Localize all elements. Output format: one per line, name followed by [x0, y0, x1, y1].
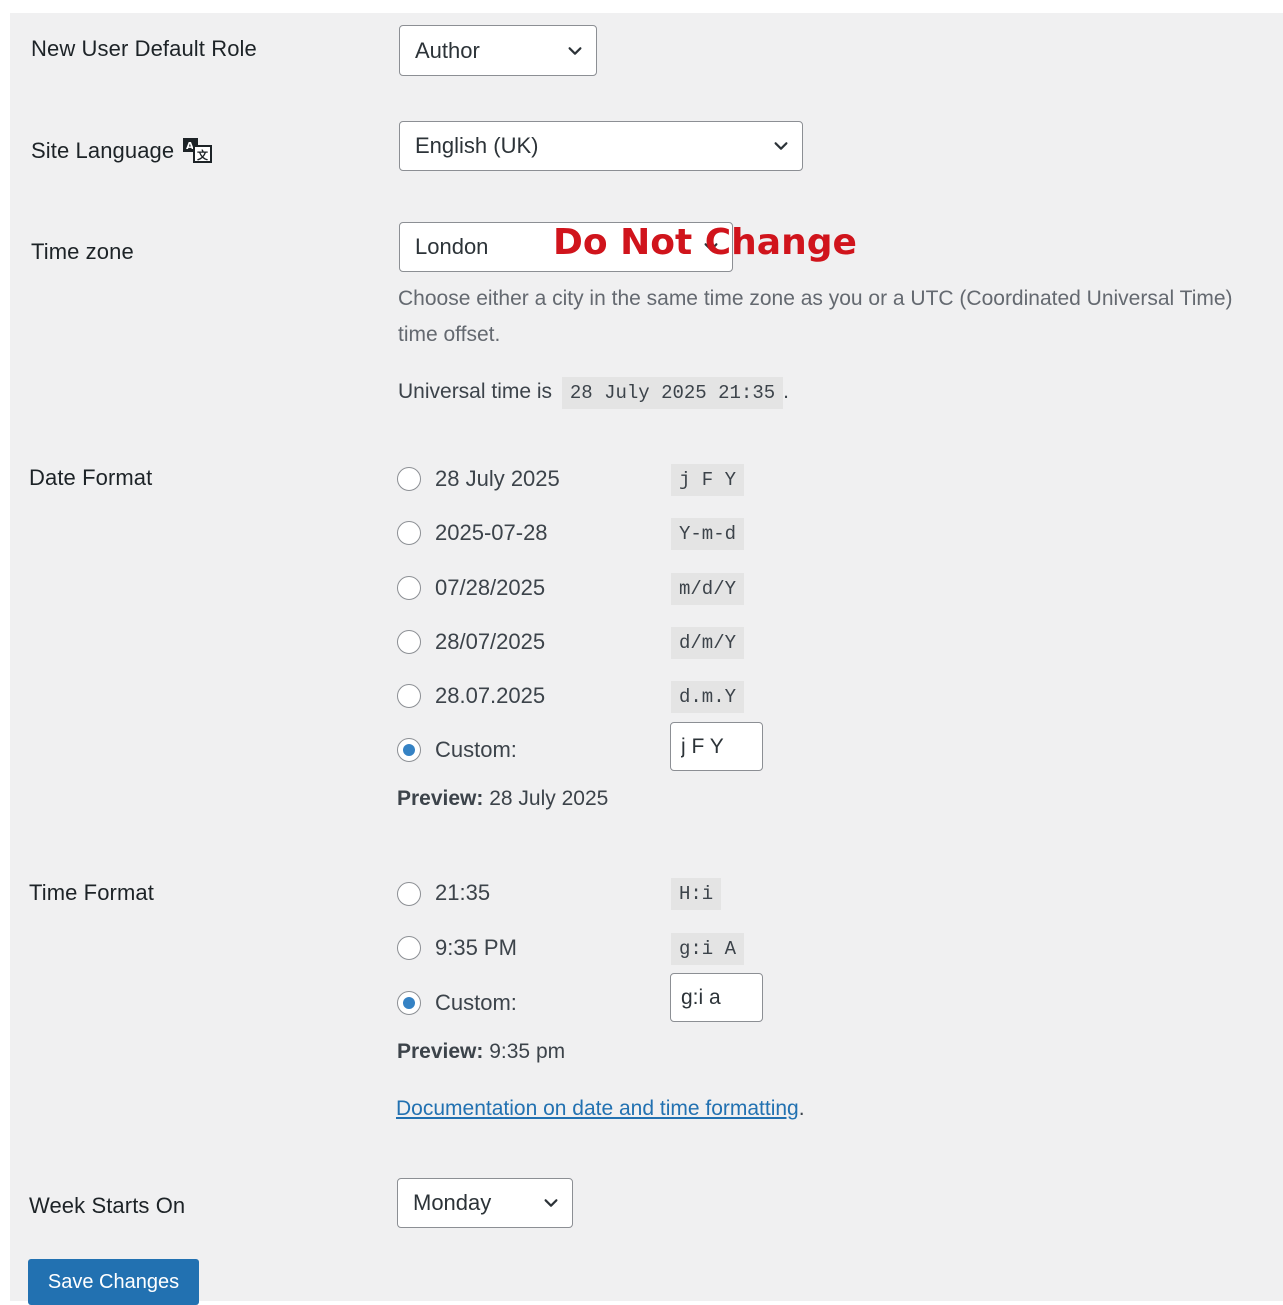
date-format-option-1: 28 July 2025	[435, 466, 560, 491]
time-format-custom-label: Custom:	[435, 990, 517, 1015]
date-format-custom-label: Custom:	[435, 737, 517, 762]
svg-text:文: 文	[197, 148, 209, 162]
date-format-code-2: Y-m-d	[671, 518, 745, 550]
documentation-suffix: .	[798, 1097, 805, 1120]
universal-time-value: 28 July 2025 21:35	[561, 377, 784, 409]
time-format-label: Time Format	[29, 880, 154, 905]
date-preview-value: 28 July 2025	[489, 787, 609, 810]
universal-time-row: Universal time is 28 July 2025 21:35.	[398, 374, 789, 410]
date-format-custom-input[interactable]	[670, 722, 763, 771]
date-format-option-5: 28.07.2025	[435, 683, 546, 708]
date-format-radio-4[interactable]	[397, 630, 421, 654]
timezone-description: Choose either a city in the same time zo…	[398, 287, 1233, 346]
date-preview-label: Preview:	[397, 787, 484, 810]
time-format-radio-custom[interactable]	[397, 991, 421, 1015]
chevron-down-icon	[544, 1199, 558, 1207]
time-format-preview: Preview: 9:35 pm	[397, 1040, 565, 1064]
date-format-code-4: d/m/Y	[671, 627, 745, 659]
time-preview-label: Preview:	[397, 1040, 484, 1063]
time-format-option-2: 9:35 PM	[435, 935, 517, 960]
date-format-code-5: d.m.Y	[671, 681, 745, 713]
time-preview-value: 9:35 pm	[489, 1040, 566, 1063]
chevron-down-icon	[568, 46, 582, 55]
date-format-code-3: m/d/Y	[671, 573, 745, 605]
week-starts-value: Monday	[413, 1190, 492, 1215]
time-format-code-1: H:i	[671, 878, 722, 910]
do-not-change-annotation: Do Not Change	[553, 222, 857, 263]
date-format-preview: Preview: 28 July 2025	[397, 787, 608, 811]
time-format-code-2: g:i A	[671, 933, 745, 965]
new-user-role-value: Author	[415, 37, 480, 63]
site-language-label-row: Site Language A 文	[31, 137, 215, 165]
date-format-option-2: 2025-07-28	[435, 520, 548, 545]
timezone-value: London	[415, 234, 489, 259]
date-format-radio-3[interactable]	[397, 576, 421, 600]
documentation-row: Documentation on date and time formattin…	[396, 1097, 805, 1121]
time-format-radio-2[interactable]	[397, 936, 421, 960]
site-language-select[interactable]: English (UK)	[399, 121, 803, 171]
week-starts-select[interactable]: Monday	[397, 1178, 573, 1228]
new-user-role-select[interactable]: Author	[399, 25, 597, 76]
universal-time-suffix: .	[783, 380, 789, 403]
time-format-custom-input[interactable]	[670, 973, 763, 1022]
date-format-code-1: j F Y	[671, 464, 745, 496]
date-format-radio-5[interactable]	[397, 684, 421, 708]
documentation-link[interactable]: Documentation on date and time formattin…	[396, 1097, 799, 1120]
date-format-option-4: 28/07/2025	[435, 629, 546, 654]
date-format-radio-1[interactable]	[397, 467, 421, 491]
date-format-radio-2[interactable]	[397, 521, 421, 545]
site-language-label: Site Language	[31, 138, 175, 163]
svg-text:A: A	[186, 141, 194, 152]
universal-time-prefix: Universal time is	[398, 380, 553, 403]
translation-icon: A 文	[183, 138, 213, 163]
timezone-label: Time zone	[31, 239, 134, 264]
date-format-label: Date Format	[29, 465, 153, 490]
date-format-radio-custom[interactable]	[397, 738, 421, 762]
new-user-role-label: New User Default Role	[31, 36, 257, 61]
week-starts-label: Week Starts On	[29, 1193, 186, 1218]
time-format-option-1: 21:35	[435, 880, 491, 905]
site-language-value: English (UK)	[415, 133, 539, 158]
time-format-radio-1[interactable]	[397, 882, 421, 906]
save-changes-button[interactable]: Save Changes	[28, 1259, 199, 1305]
chevron-down-icon	[774, 142, 788, 150]
date-format-option-3: 07/28/2025	[435, 575, 546, 600]
